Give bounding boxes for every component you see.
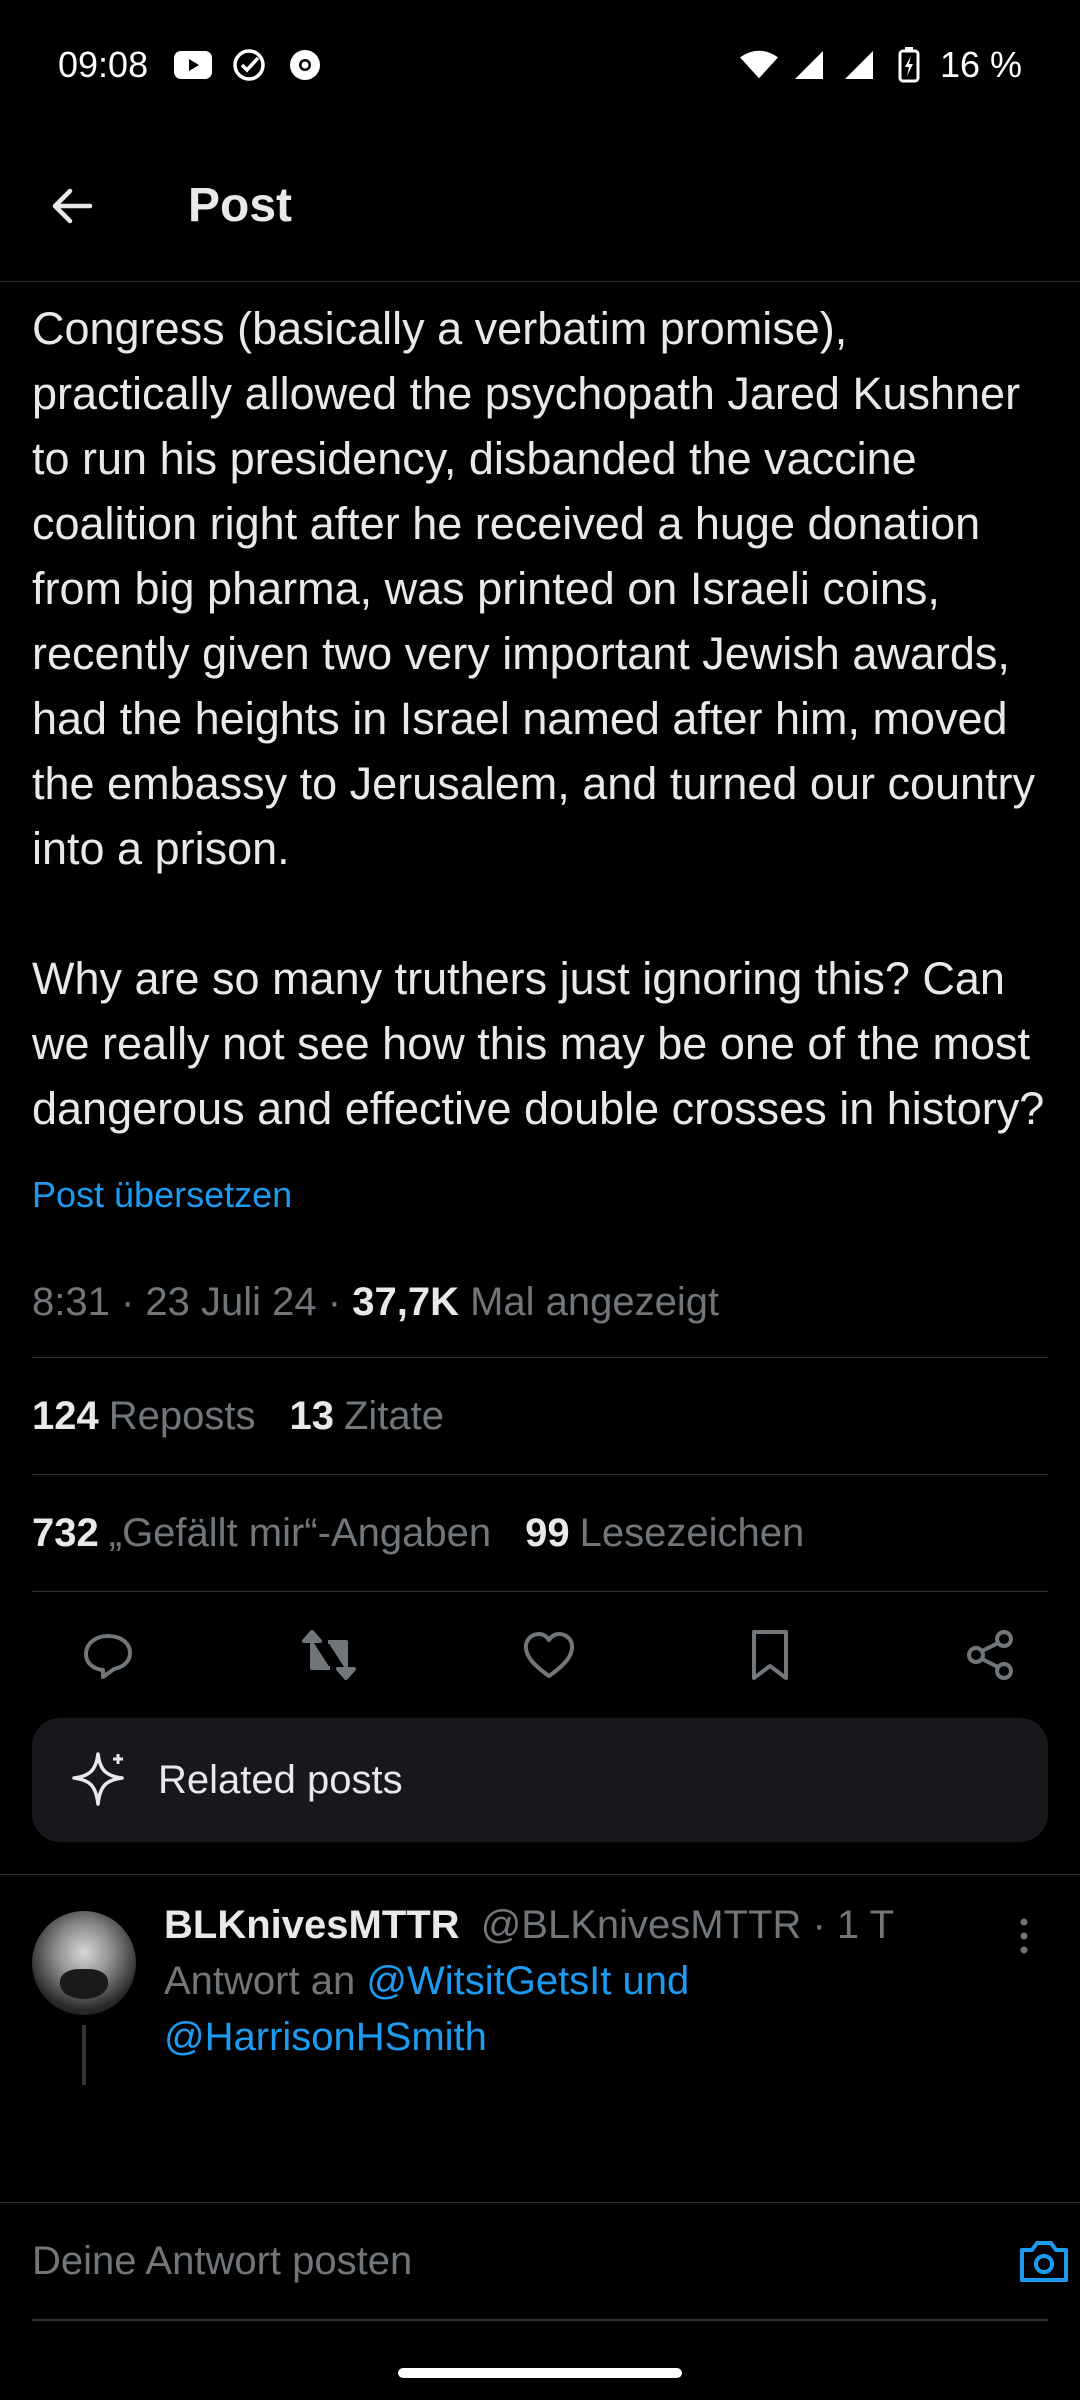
repost-button[interactable] bbox=[299, 1625, 359, 1685]
signal-icon bbox=[840, 46, 878, 84]
post-date: 23 Juli 24 bbox=[145, 1280, 317, 1324]
more-options-button[interactable] bbox=[1004, 1911, 1044, 1961]
bookmark-icon bbox=[751, 1630, 788, 1680]
reply-icon bbox=[84, 1634, 132, 1679]
mention-link[interactable]: @WitsitGetsIt und bbox=[366, 1959, 689, 2003]
more-vertical-icon bbox=[1020, 1918, 1028, 1954]
wifi-icon bbox=[739, 46, 778, 84]
thread-line bbox=[82, 2025, 86, 2085]
reply-input[interactable]: Deine Antwort posten bbox=[32, 2203, 1048, 2321]
like-icon bbox=[523, 1632, 575, 1678]
camera-button[interactable] bbox=[1014, 2231, 1074, 2291]
share-icon bbox=[967, 1630, 1013, 1680]
home-indicator[interactable] bbox=[398, 2368, 682, 2378]
reply-button[interactable] bbox=[78, 1625, 138, 1685]
post-time: 8:31 bbox=[32, 1280, 110, 1324]
reply-author-name[interactable]: BLKnivesMTTR bbox=[164, 1903, 460, 1947]
chrome-icon bbox=[286, 46, 324, 84]
post-meta: 8:31 · 23 Juli 24 · 37,7K Mal angezeigt bbox=[32, 1280, 720, 1324]
reply-to-line-2: @HarrisonHSmith bbox=[164, 2009, 1048, 2065]
post-detail: Congress (basically a verbatim promise),… bbox=[0, 282, 1080, 2085]
app-header: Post bbox=[0, 130, 1080, 282]
back-button[interactable] bbox=[32, 166, 112, 246]
arrow-left-icon bbox=[52, 188, 93, 223]
reply-age: · 1 T bbox=[812, 1903, 895, 1947]
views-label: Mal angezeigt bbox=[470, 1280, 720, 1324]
reply-header: BLKnivesMTTR @BLKnivesMTTR · 1 T bbox=[164, 1897, 1048, 1953]
reposts-stat[interactable]: 124 Reposts bbox=[32, 1394, 256, 1439]
action-bar bbox=[0, 1592, 1080, 1718]
reply-author-handle: @BLKnivesMTTR bbox=[480, 1903, 802, 1947]
post-body: Congress (basically a verbatim promise),… bbox=[0, 282, 1080, 1141]
likes-stat[interactable]: 732 „Gefällt mir“-Angaben bbox=[32, 1511, 491, 1556]
share-button[interactable] bbox=[960, 1625, 1020, 1685]
page-title: Post bbox=[188, 179, 293, 232]
post-paragraph-1: Congress (basically a verbatim promise),… bbox=[32, 303, 1036, 874]
camera-icon bbox=[1020, 2241, 1068, 2282]
signal-icon bbox=[790, 46, 828, 84]
reply-composer: Deine Antwort posten bbox=[0, 2202, 1080, 2400]
check-circle-icon bbox=[230, 46, 268, 84]
views-count: 37,7K bbox=[352, 1280, 459, 1324]
repost-icon bbox=[301, 1630, 356, 1680]
translate-link[interactable]: Post übersetzen bbox=[0, 1165, 1080, 1225]
reply-item[interactable]: BLKnivesMTTR @BLKnivesMTTR · 1 T Antwort… bbox=[0, 1875, 1080, 2085]
bookmark-button[interactable] bbox=[740, 1625, 800, 1685]
related-posts-label: Related posts bbox=[158, 1757, 403, 1802]
quotes-stat[interactable]: 13 Zitate bbox=[290, 1394, 445, 1439]
related-posts-button[interactable]: Related posts bbox=[32, 1718, 1048, 1842]
youtube-icon bbox=[174, 46, 213, 84]
battery-percent: 16 % bbox=[939, 44, 1022, 85]
like-button[interactable] bbox=[519, 1625, 579, 1685]
like-stats: 732 „Gefällt mir“-Angaben 99 Lesezeichen bbox=[0, 1475, 1080, 1591]
status-bar: 09:08 16 % bbox=[0, 0, 1080, 130]
post-paragraph-2: Why are so many truthers just ignoring t… bbox=[32, 953, 1045, 1134]
mention-link[interactable]: @HarrisonHSmith bbox=[164, 2015, 487, 2059]
sparkle-icon bbox=[72, 1752, 124, 1806]
reply-to-line: Antwort an @WitsitGetsIt und bbox=[164, 1959, 690, 2003]
reply-input-placeholder: Deine Antwort posten bbox=[32, 2238, 413, 2283]
status-time: 09:08 bbox=[58, 44, 149, 85]
repost-stats: 124 Reposts 13 Zitate bbox=[0, 1358, 1080, 1474]
bookmarks-stat[interactable]: 99 Lesezeichen bbox=[525, 1511, 804, 1556]
battery-charging-icon bbox=[890, 46, 928, 84]
avatar[interactable] bbox=[32, 1911, 136, 2015]
